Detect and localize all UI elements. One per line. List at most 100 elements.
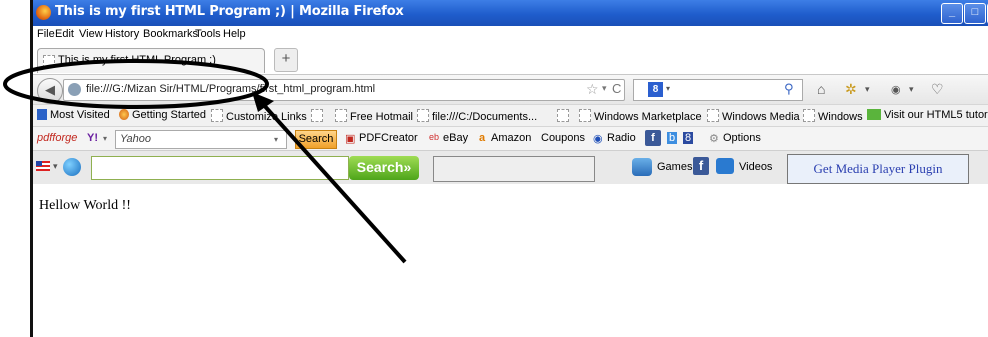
- videos-icon[interactable]: [716, 158, 734, 174]
- videos-button[interactable]: Videos: [739, 161, 772, 173]
- home-icon[interactable]: ⌂: [817, 81, 825, 97]
- page-content: Hellow World !!: [33, 184, 988, 337]
- addon-icon[interactable]: ✲: [845, 81, 857, 98]
- site-identity-icon[interactable]: [68, 83, 81, 96]
- bookmark-windows-media[interactable]: Windows Media: [707, 109, 800, 123]
- facebook-icon[interactable]: f: [645, 130, 661, 146]
- bookmark-label: Free Hotmail: [350, 111, 413, 123]
- flag-icon[interactable]: [36, 161, 50, 171]
- bookmark-file-documents[interactable]: file:///C:/Documents...: [417, 109, 537, 123]
- yahoo-search-input[interactable]: Yahoo ▾: [115, 130, 287, 149]
- bookmark-label: Visit our HTML5 tutor: [884, 109, 988, 121]
- new-tab-button[interactable]: +: [274, 48, 298, 72]
- pdfforge-toolbar: pdfforge Y! ▾ Yahoo ▾ Search ▣ PDFCreato…: [33, 126, 988, 151]
- bookmark-label: Getting Started: [132, 109, 206, 121]
- ebay-icon: eb: [429, 132, 440, 142]
- menu-tools[interactable]: Tools: [195, 28, 221, 40]
- menu-help[interactable]: Help: [223, 28, 246, 40]
- bookmark-blank[interactable]: [557, 109, 572, 123]
- title-bar: This is my first HTML Program ;) | Mozil…: [33, 0, 988, 26]
- menu-view[interactable]: View: [79, 28, 103, 40]
- bookmark-most-visited[interactable]: Most Visited: [37, 109, 110, 121]
- tab-strip: This is my first HTML Program ;) +: [33, 44, 988, 74]
- page-icon: [579, 109, 591, 122]
- tab-label: This is my first HTML Program ;): [58, 54, 216, 66]
- games-icon[interactable]: [632, 158, 652, 176]
- facebook-icon[interactable]: f: [693, 157, 709, 175]
- bookmark-label: Most Visited: [50, 109, 110, 121]
- firefox-icon: [119, 109, 129, 120]
- page-text: Hellow World !!: [39, 198, 131, 213]
- yahoo-field-dropdown-icon[interactable]: ▾: [274, 135, 278, 144]
- page-icon: [335, 109, 347, 122]
- bookmark-free-hotmail[interactable]: Free Hotmail: [335, 109, 413, 123]
- bookmark-customize-links[interactable]: Customize Links: [211, 109, 307, 123]
- page-icon: [707, 109, 719, 122]
- menu-bookmarks[interactable]: Bookmarks: [143, 28, 198, 40]
- toolbar-search-input[interactable]: [91, 156, 349, 180]
- back-button[interactable]: ◀: [37, 78, 63, 104]
- bookmark-label: Windows Marketplace: [594, 111, 702, 123]
- window-title: This is my first HTML Program ;) | Mozil…: [55, 4, 404, 19]
- blank-field[interactable]: [433, 156, 595, 182]
- history-dropdown-icon[interactable]: ▾: [602, 83, 607, 94]
- pdfcreator-button[interactable]: PDFCreator: [359, 132, 418, 144]
- globe-icon[interactable]: [63, 158, 81, 176]
- get-media-player-plugin-button[interactable]: Get Media Player Plugin: [787, 154, 969, 184]
- bookmark-blank[interactable]: [311, 109, 326, 123]
- addon-dropdown-icon[interactable]: ▾: [865, 84, 870, 95]
- coupons-button[interactable]: Coupons: [541, 132, 585, 144]
- menu-edit[interactable]: Edit: [55, 28, 74, 40]
- pdfcreator-icon: ▣: [345, 133, 356, 145]
- options-button[interactable]: Options: [723, 132, 761, 144]
- flag-dropdown-icon[interactable]: ▾: [53, 161, 58, 172]
- toolbar-search-button[interactable]: Search»: [349, 156, 419, 180]
- search-icon[interactable]: ⚲: [784, 81, 794, 97]
- most-visited-icon: [37, 109, 47, 120]
- reload-button[interactable]: C: [612, 81, 621, 96]
- url-text[interactable]: file:///G:/Mizan Sir/HTML/Programs/first…: [86, 83, 375, 95]
- yahoo-placeholder: Yahoo: [120, 133, 151, 145]
- games-button[interactable]: Games: [657, 161, 692, 173]
- firefox-logo-icon: [36, 5, 51, 20]
- google-plus-icon[interactable]: 8: [683, 132, 694, 144]
- yahoo-search-button[interactable]: Search: [295, 130, 337, 149]
- minimize-button[interactable]: _: [941, 3, 963, 24]
- yahoo-dropdown-icon[interactable]: ▾: [103, 134, 107, 143]
- search-toolbar: ▾ Search» Games f Videos Get Media Playe…: [33, 150, 988, 185]
- pocket-icon[interactable]: ♡: [931, 81, 944, 98]
- pdfforge-logo[interactable]: pdfforge: [37, 132, 77, 144]
- bookmark-getting-started[interactable]: Getting Started: [119, 109, 206, 121]
- bookmark-html5-tutor[interactable]: Visit our HTML5 tutor: [867, 109, 988, 121]
- page-icon: [311, 109, 323, 122]
- social-icon[interactable]: b: [667, 132, 678, 144]
- page-icon: [803, 109, 815, 122]
- page-icon: [417, 109, 429, 122]
- w3-icon: [867, 109, 881, 120]
- search-bar[interactable]: 8 ▾ ⚲: [633, 79, 803, 101]
- page-icon: [211, 109, 223, 122]
- ebay-button[interactable]: eBay: [443, 132, 468, 144]
- bookmark-label: Customize Links: [226, 111, 307, 123]
- menu-history[interactable]: History: [105, 28, 139, 40]
- maximize-button[interactable]: □: [964, 3, 986, 24]
- amazon-button[interactable]: Amazon: [491, 132, 531, 144]
- yahoo-logo-icon[interactable]: Y!: [87, 132, 98, 144]
- menu-bar: File Edit View History Bookmarks Tools H…: [33, 26, 988, 44]
- screenshot-dropdown-icon[interactable]: ▾: [909, 84, 914, 95]
- menu-file[interactable]: File: [37, 28, 55, 40]
- search-engine-dropdown-icon[interactable]: ▾: [666, 84, 670, 93]
- address-bar[interactable]: file:///G:/Mizan Sir/HTML/Programs/first…: [63, 79, 625, 101]
- search-engine-icon[interactable]: 8: [648, 82, 663, 97]
- options-gear-icon: ⚙: [709, 133, 719, 145]
- bookmark-star-icon[interactable]: ☆: [586, 81, 599, 98]
- page-icon: [557, 109, 569, 122]
- bookmark-windows[interactable]: Windows: [803, 109, 863, 123]
- page-icon: [43, 55, 55, 68]
- radio-button[interactable]: Radio: [607, 132, 636, 144]
- bookmark-windows-marketplace[interactable]: Windows Marketplace: [579, 109, 702, 123]
- screenshot-icon[interactable]: ◉: [891, 83, 901, 96]
- tab-first-html-program[interactable]: This is my first HTML Program ;): [37, 48, 265, 73]
- navigation-bar: ◀ file:///G:/Mizan Sir/HTML/Programs/fir…: [33, 74, 988, 105]
- radio-icon: ◉: [593, 133, 603, 145]
